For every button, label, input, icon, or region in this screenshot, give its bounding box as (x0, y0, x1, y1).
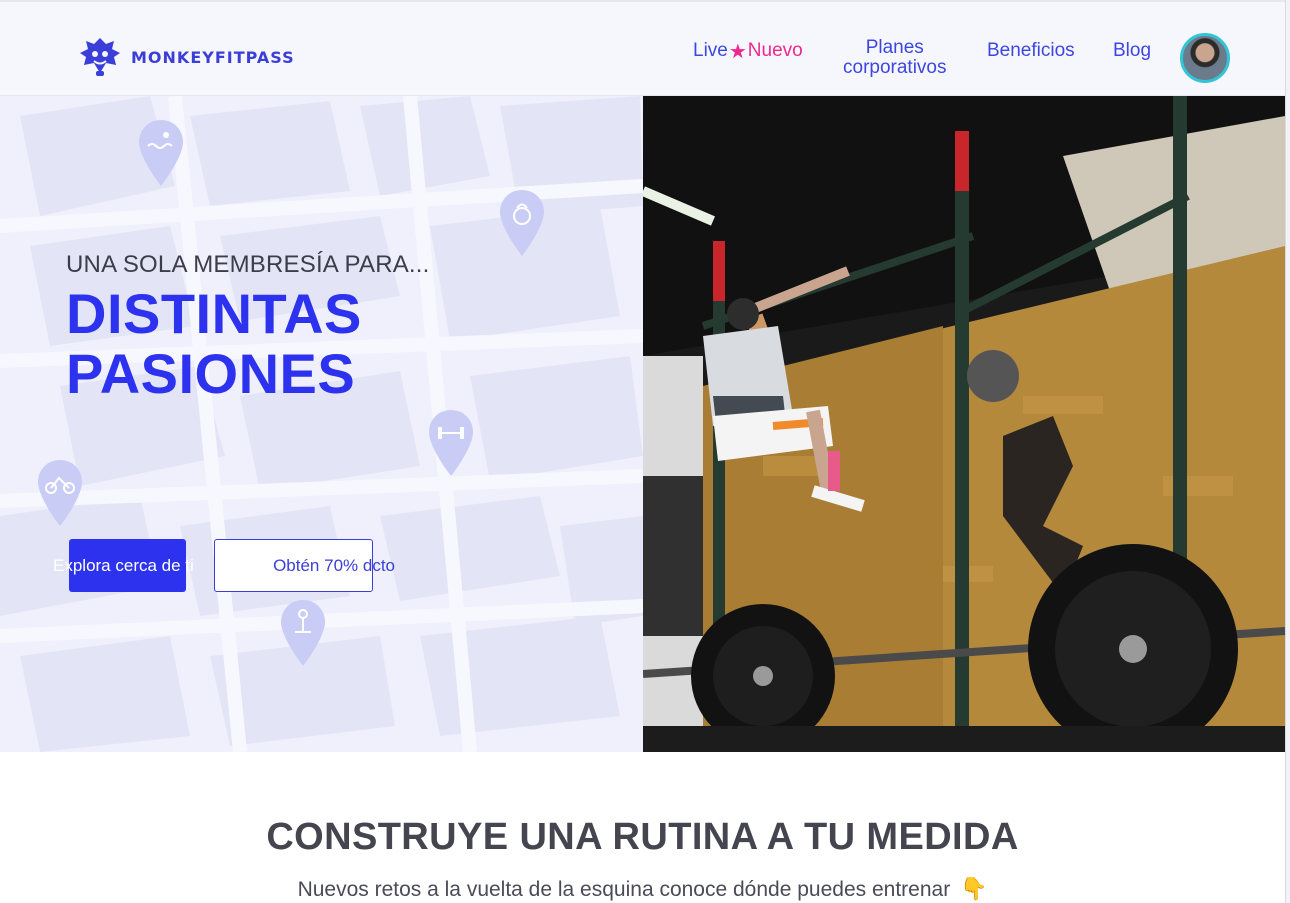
nav-corporate-plans-link[interactable]: Planes corporativos (843, 38, 947, 78)
nav-benefits-link[interactable]: Beneficios (987, 4, 1075, 98)
nav-planes-line1: Planes (865, 37, 924, 58)
brand-logo[interactable]: MONKEYFITPASS (76, 35, 295, 79)
explore-nearby-button[interactable]: Explora cerca de ti (53, 539, 194, 592)
fitness-location-pin-icon (281, 600, 325, 666)
nav-live-label: Live (693, 40, 728, 61)
hero-map-panel (0, 96, 643, 752)
hero-eyebrow: UNA SOLA MEMBRESÍA PARA... (66, 251, 430, 278)
nav-live-link[interactable]: Live ★ Nuevo (693, 4, 803, 98)
discount-label: Obtén 70% dcto (273, 555, 395, 575)
section-subtitle-text: Nuevos retos a la vuelta de la esquina c… (297, 878, 951, 901)
brand-name: MONKEYFITPASS (131, 47, 295, 67)
nav-planes-line2: corporativos (843, 57, 947, 78)
user-avatar[interactable] (1180, 33, 1230, 83)
weight-plate-right (1028, 544, 1238, 752)
nav-blog-link[interactable]: Blog (1113, 4, 1151, 98)
bike-location-pin-icon (38, 460, 82, 526)
kettlebell-location-pin-icon (500, 190, 544, 256)
section-subtitle: Nuevos retos a la vuelta de la esquina c… (0, 876, 1285, 902)
section-title: CONSTRUYE UNA RUTINA A TU MEDIDA (266, 816, 1019, 858)
gym-illustration (643, 96, 1285, 752)
swimming-location-pin-icon (139, 120, 183, 186)
monkey-logo-icon (80, 38, 120, 76)
top-navigation-bar: MONKEYFITPASS Live ★ Nuevo Planes corpor… (0, 2, 1285, 96)
pointing-down-hand-icon: 👇 (960, 876, 988, 901)
star-icon: ★ (728, 40, 747, 63)
nav-new-badge: Nuevo (747, 40, 803, 61)
hero-gym-photo (643, 96, 1285, 752)
hero-title-line1: DISTINTAS (66, 282, 362, 345)
hero-title-line2: PASIONES (66, 342, 356, 405)
explore-nearby-label: Explora cerca de ti (53, 555, 194, 575)
window-right-edge (1285, 0, 1290, 903)
dumbbell-location-pin-icon (429, 410, 473, 476)
hero-title: DISTINTAS PASIONES (66, 284, 362, 404)
discount-button[interactable]: Obtén 70% dcto (214, 539, 395, 592)
